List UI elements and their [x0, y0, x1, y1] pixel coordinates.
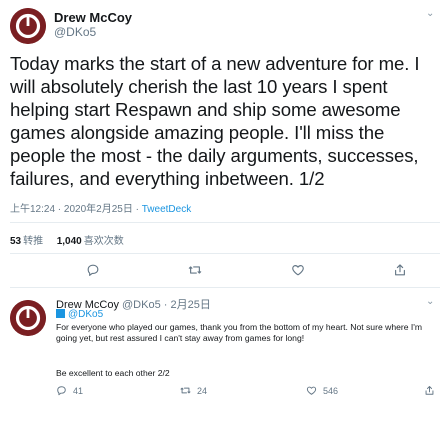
retweets-label: 转推 — [23, 236, 44, 247]
reply-author-handle[interactable]: @DKo5 — [122, 299, 161, 311]
meta-separator: · — [132, 204, 142, 215]
retweet-icon — [180, 387, 191, 394]
likes-label: 喜欢次数 — [83, 236, 124, 247]
share-icon[interactable] — [393, 263, 407, 277]
replying-to: @DKo5 — [56, 309, 103, 320]
reply-action-like[interactable]: 546 — [306, 385, 338, 396]
like-icon[interactable] — [291, 263, 305, 277]
retweet-icon[interactable] — [188, 263, 202, 277]
chevron-down-icon[interactable]: ⌄ — [426, 8, 434, 19]
avatar[interactable] — [10, 300, 46, 336]
avatar[interactable] — [10, 8, 46, 44]
author-handle[interactable]: @DKo5 — [54, 25, 96, 39]
divider — [10, 222, 440, 223]
reply-text: For everyone who played our games, thank… — [56, 322, 423, 343]
tweet-source[interactable]: TweetDeck — [142, 204, 191, 215]
divider — [10, 287, 440, 288]
reply-action-share[interactable] — [424, 385, 441, 396]
tweet-text: Today marks the start of a new adventure… — [10, 53, 420, 189]
reply-action-reply[interactable]: 41 — [56, 385, 83, 396]
replying-to-handle[interactable]: @DKo5 — [68, 309, 103, 320]
chevron-down-icon[interactable]: ⌄ — [426, 296, 434, 307]
reply-context-icon — [56, 309, 65, 318]
author-name[interactable]: Drew McCoy — [54, 10, 132, 25]
tweet-stats: 53 转推 1,040 喜欢次数 — [10, 232, 124, 247]
retweet-count: 24 — [197, 385, 208, 396]
like-count: 546 — [323, 385, 339, 396]
reply-icon[interactable] — [86, 263, 100, 277]
reply-text-2: Be excellent to each other 2/2 — [56, 368, 170, 378]
reply-count: 41 — [73, 385, 84, 396]
respawn-logo-icon — [10, 300, 46, 336]
retweets-count: 53 — [10, 236, 22, 247]
respawn-logo-icon — [10, 8, 46, 44]
share-icon — [425, 386, 434, 395]
reply-action-retweet[interactable]: 24 — [180, 385, 207, 396]
like-icon — [306, 386, 317, 395]
likes-stat[interactable]: 1,040 喜欢次数 — [57, 236, 124, 247]
likes-count: 1,040 — [56, 236, 82, 247]
reply-icon — [57, 386, 66, 396]
reply-date[interactable]: 2月25日 — [170, 299, 210, 311]
divider — [10, 253, 440, 254]
tweet-timestamp[interactable]: 上午12:24 · 2020年2月25日 — [10, 204, 133, 215]
tweet-meta: 上午12:24 · 2020年2月25日 · TweetDeck — [10, 200, 191, 215]
retweets-stat[interactable]: 53 转推 — [10, 236, 43, 247]
